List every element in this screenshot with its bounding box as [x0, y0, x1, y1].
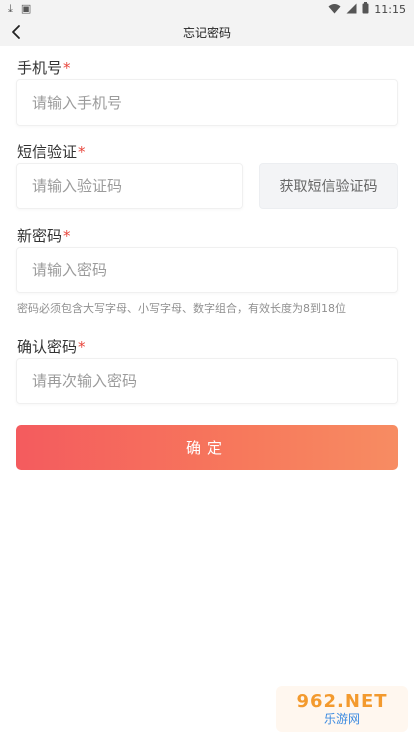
site-watermark: 962.NET 乐游网 [276, 686, 408, 732]
required-mark: * [63, 227, 71, 245]
phone-label: 手机号* [17, 57, 71, 78]
new-password-input[interactable] [17, 248, 397, 292]
password-hint: 密码必须包含大写字母、小写字母、数字组合，有效长度为8到18位 [17, 302, 346, 315]
new-password-field[interactable] [16, 247, 398, 293]
status-time: 11:15 [374, 3, 406, 16]
status-right: 11:15 [328, 2, 406, 18]
sms-code-field[interactable] [16, 163, 243, 209]
get-sms-code-button[interactable]: 获取短信验证码 [259, 163, 398, 209]
new-password-label: 新密码* [17, 225, 71, 246]
phone-label-text: 手机号 [17, 59, 63, 77]
confirm-password-label: 确认密码* [17, 336, 86, 357]
required-mark: * [78, 338, 86, 356]
confirm-button[interactable]: 确定 [16, 425, 398, 470]
download-icon: ⤓ [8, 2, 13, 15]
confirm-password-input[interactable] [17, 359, 397, 403]
confirm-password-field[interactable] [16, 358, 398, 404]
sms-code-input[interactable] [17, 164, 242, 208]
sms-label-text: 短信验证 [17, 143, 78, 161]
watermark-logo-text: 962.NET [296, 691, 388, 712]
wifi-icon [328, 3, 341, 18]
watermark-site-name: 乐游网 [323, 712, 360, 726]
required-mark: * [63, 59, 71, 77]
image-icon: ▣ [20, 2, 32, 15]
sms-label: 短信验证* [17, 141, 86, 162]
page-title: 忘记密码 [182, 26, 231, 40]
confirm-password-label-text: 确认密码 [17, 338, 78, 356]
phone-input[interactable] [17, 80, 397, 125]
nav-bar: 忘记密码 [0, 18, 414, 46]
signal-icon [346, 3, 357, 18]
required-mark: * [78, 143, 86, 161]
status-bar: ⤓ ▣ 11:15 [0, 0, 414, 18]
new-password-label-text: 新密码 [17, 227, 63, 245]
status-left: ⤓ ▣ [8, 2, 31, 16]
phone-field[interactable] [16, 79, 398, 126]
battery-icon [362, 2, 369, 18]
